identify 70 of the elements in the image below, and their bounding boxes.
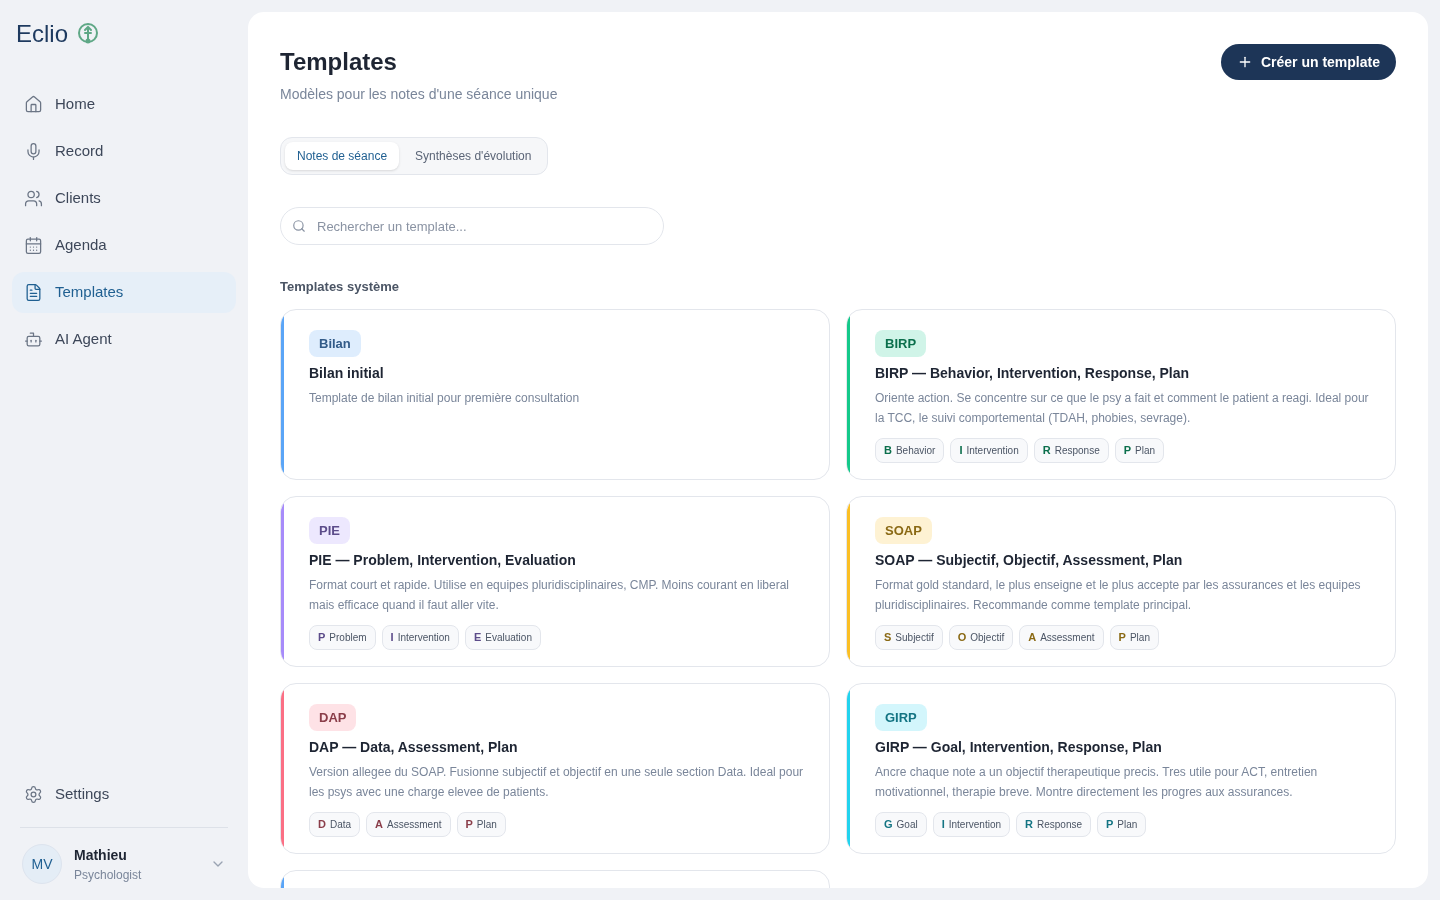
section-tag: E Evaluation: [464, 625, 541, 650]
template-card[interactable]: [846, 495, 1396, 667]
section-tag: P Plan: [1114, 438, 1165, 463]
template-title: PIE — Problem, Intervention, Evaluation: [309, 551, 577, 570]
tab[interactable]: Synthèses d'évolution: [403, 142, 544, 170]
section-tag: A Assessment: [366, 812, 451, 837]
search-field[interactable]: Rechercher un template...: [280, 207, 664, 245]
section-tag: G Goal: [875, 812, 927, 837]
section-tag: P Problem: [309, 625, 376, 650]
template-description: Oriente action. Se concentre sur ce que le psy a fait et comment le patient a reagi. Ideal pour la TCC, le suivi comportemental (TDAH, phobies, sevrage).: [875, 390, 1370, 427]
template-badge: SOAP: [875, 516, 932, 544]
template-badge: DAP: [309, 703, 357, 731]
nav-item[interactable]: AI Agent: [12, 319, 236, 360]
template-title: BIRP — Behavior, Intervention, Response, Plan: [875, 364, 1191, 383]
brand-name: Eclio: [16, 19, 69, 49]
template-title: Bilan initial: [309, 364, 385, 383]
user-menu[interactable]: MV Mathieu Psychologist: [12, 840, 236, 888]
template-card[interactable]: DAP DAP — Data, Assessment, Plan Version allegee du SOAP. Fusionne subjectif et objectif en une seule section Data. Ideal pour les psys avec une charge elevee de patients. D Data A Assessment P Plan: [280, 682, 830, 854]
template-description: Ancre chaque note a un objectif therapeutique precis. Tres utile pour ACT, entretien motivationnel, therapie breve. Montre directement les progres aux assurances.: [875, 764, 1319, 801]
template-description: Format court et rapide. Utilise en equipes pluridisciplinaires, CMP. Moins courant en liberal mais efficace quand il faut aller vite.: [309, 577, 790, 614]
template-description: Version allegee du SOAP. Fusionne subjectif et objectif en une seule section Data. Ideal pour les psys avec une charge elevee de patients.: [309, 764, 805, 801]
document-icon: [24, 283, 43, 302]
nav-item[interactable]: Home: [12, 84, 236, 125]
section-tag: S Subjectif: [875, 625, 943, 650]
section-tag: D Data: [309, 812, 361, 837]
template-title: GIRP — Goal, Intervention, Response, Plan: [875, 738, 1163, 757]
section-tag: I Intervention: [932, 812, 1010, 837]
people-icon: [24, 189, 43, 208]
template-description: Template de bilan initial pour première consultation: [309, 390, 581, 407]
section-tag: B Behavior: [875, 438, 945, 463]
template-badge: Bilan: [309, 329, 361, 357]
settings-item[interactable]: Settings: [12, 774, 236, 815]
tab[interactable]: Notes de séance: [285, 142, 400, 170]
nav-item[interactable]: Record: [12, 131, 236, 172]
page-title: Templates: [280, 47, 398, 77]
section-tag: P Plan: [456, 812, 506, 837]
template-card[interactable]: [846, 308, 1396, 480]
user-name: Mathieu: [74, 845, 128, 865]
section-tag: R Response: [1016, 812, 1091, 837]
create-template-button[interactable]: Créer un template: [1220, 44, 1396, 80]
template-card[interactable]: [280, 495, 830, 667]
section-tag: I Intervention: [381, 625, 459, 650]
template-title: DAP — Data, Assessment, Plan: [309, 738, 519, 757]
user-role: Psychologist: [74, 866, 143, 884]
calendar-icon: [24, 236, 43, 255]
nav-item[interactable]: Clients: [12, 178, 236, 219]
section-tag: I Intervention: [950, 438, 1028, 463]
template-badge: PIE: [309, 516, 350, 544]
template-badge: GIRP: [875, 703, 927, 731]
template-card[interactable]: [846, 682, 1396, 854]
section-title: Templates système: [280, 278, 400, 296]
nav-item[interactable]: Agenda: [12, 225, 236, 266]
template-badge: BIRP: [875, 329, 927, 357]
section-tag: O Objectif: [948, 625, 1014, 650]
template-title: SOAP — Subjectif, Objectif, Assessment, Plan: [875, 551, 1184, 570]
section-tag: R Response: [1033, 438, 1109, 463]
robot-icon: [24, 330, 43, 349]
nav-item[interactable]: Templates: [12, 272, 236, 313]
search-icon: [292, 219, 306, 233]
section-tag: A Assessment: [1019, 625, 1104, 650]
template-card[interactable]: Bilan Bilan initial Template de bilan initial pour première consultation: [280, 308, 830, 480]
user-avatar: MV: [22, 844, 62, 884]
section-tag: P Plan: [1097, 812, 1147, 837]
settings-icon: [24, 785, 43, 804]
antenna-logo-icon: [76, 22, 101, 46]
template-description: Format gold standard, le plus enseigne et le plus accepte par les assurances et les equipes pluridisciplinaires. Recommande comme template principal.: [875, 577, 1362, 614]
microphone-icon: [24, 142, 43, 161]
house-icon: [24, 95, 43, 114]
section-tag: P Plan: [1109, 625, 1159, 650]
page-subtitle: Modèles pour les notes d'une séance unique: [280, 85, 558, 104]
